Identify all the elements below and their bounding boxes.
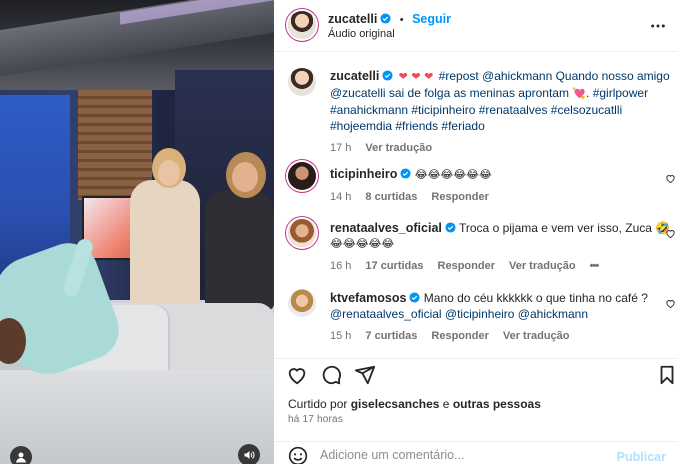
author-username[interactable]: zucatelli xyxy=(328,12,377,26)
post-sidebar: zucatelli • Seguir Áudio original zucate… xyxy=(274,0,678,464)
person-dark-suit xyxy=(205,190,274,310)
follow-button[interactable]: Seguir xyxy=(412,12,451,26)
verified-badge-icon xyxy=(382,70,393,81)
liked-by-suffix: e xyxy=(442,397,450,411)
post-header: zucatelli • Seguir Áudio original xyxy=(274,0,678,52)
comment-reply-button[interactable]: Responder xyxy=(431,328,488,344)
comment-bubble-icon[interactable] xyxy=(320,364,342,386)
caption-emoji: 💘 xyxy=(572,87,587,100)
comment-form: Publicar xyxy=(274,441,678,464)
post-media-video[interactable] xyxy=(0,0,274,464)
comment-like-heart-icon[interactable] xyxy=(665,228,676,239)
caption-hearts: ❤ ❤ ❤ xyxy=(398,70,434,83)
comment-time[interactable]: 14 h xyxy=(330,189,351,205)
post-time[interactable]: há 17 horas xyxy=(288,414,343,425)
tagged-users-button[interactable] xyxy=(10,446,32,464)
comment-time[interactable]: 15 h xyxy=(330,328,351,344)
comment-time[interactable]: 16 h xyxy=(330,258,351,274)
liked-by-summary: Curtido por giselecsanches e outras pess… xyxy=(288,397,541,411)
comment-translate-link[interactable]: Ver tradução xyxy=(509,258,576,274)
header-separator: • xyxy=(399,14,404,26)
comment-avatar[interactable] xyxy=(288,162,316,190)
audio-toggle-button[interactable] xyxy=(238,444,260,464)
comment-reply-button[interactable]: Responder xyxy=(431,189,488,205)
caption-username[interactable]: zucatelli xyxy=(330,69,379,83)
comment-username[interactable]: ticipinheiro xyxy=(330,167,397,181)
comment-like-heart-icon[interactable] xyxy=(665,298,676,309)
caption-text-1: #repost @ahickmann Quando nosso amigo xyxy=(438,69,670,83)
emoji-smile-icon[interactable] xyxy=(288,446,308,464)
person-blonde-face xyxy=(158,160,180,186)
caption-text-2: @zucatelli sai de folga as meninas apron… xyxy=(330,86,569,100)
audio-label[interactable]: Áudio original xyxy=(328,26,395,42)
sofa-seat xyxy=(0,370,274,464)
verified-badge-icon xyxy=(400,168,411,179)
caption-translate-link[interactable]: Ver tradução xyxy=(365,140,432,156)
comment-text: Troca o pijama e vem ver isso, Zuca 🤣 xyxy=(459,221,671,235)
liked-by-user[interactable]: giselecsanches xyxy=(351,397,440,411)
user-icon xyxy=(16,452,26,463)
author-avatar[interactable] xyxy=(288,11,316,39)
comment-username[interactable]: renataalves_oficial xyxy=(330,221,442,235)
speaker-icon xyxy=(244,451,255,459)
comment-username[interactable]: ktvefamosos xyxy=(330,291,406,305)
comment-likes[interactable]: 7 curtidas xyxy=(365,328,417,344)
share-paper-plane-icon[interactable] xyxy=(354,364,376,386)
caption-time[interactable]: 17 h xyxy=(330,140,351,156)
more-horizontal-icon[interactable] xyxy=(650,18,666,34)
caption-hashtags-1[interactable]: #anahickmann #ticipinheiro #renataalves … xyxy=(330,102,650,118)
save-bookmark-icon[interactable] xyxy=(656,364,678,386)
comment-likes[interactable]: 8 curtidas xyxy=(365,189,417,205)
comment-more-options[interactable]: ••• xyxy=(590,258,600,274)
liked-by-others[interactable]: outras pessoas xyxy=(453,397,541,411)
caption-text-3: . #girlpower xyxy=(586,86,649,100)
verified-badge-icon xyxy=(445,222,456,233)
comment-avatar[interactable] xyxy=(288,219,316,247)
comment-text-line2: 😂😂😂😂😂 xyxy=(330,237,395,250)
comment-mentions[interactable]: @renataalves_oficial @ticipinheiro @ahic… xyxy=(330,306,650,322)
caption-hashtags-2[interactable]: #hojeemdia #friends #feriado xyxy=(330,118,650,134)
comment-input[interactable] xyxy=(320,448,600,462)
comment-like-heart-icon[interactable] xyxy=(665,173,676,184)
comment-likes[interactable]: 17 curtidas xyxy=(365,258,423,274)
comment-text: Mano do céu kkkkkk o que tinha no café ? xyxy=(423,291,648,305)
caption-avatar[interactable] xyxy=(288,68,316,96)
verified-badge-icon xyxy=(409,292,420,303)
verified-badge-icon xyxy=(380,13,391,24)
like-heart-icon[interactable] xyxy=(286,364,308,386)
person-blonde xyxy=(130,180,200,310)
comment-reply-button[interactable]: Responder xyxy=(438,258,495,274)
comment-avatar[interactable] xyxy=(288,289,316,317)
comment-text: 😂😂😂😂😂😂 xyxy=(414,168,492,181)
person-dark-face xyxy=(232,162,258,192)
liked-by-prefix: Curtido por xyxy=(288,397,348,411)
comment-translate-link[interactable]: Ver tradução xyxy=(503,328,570,344)
publish-button[interactable]: Publicar xyxy=(617,450,666,464)
